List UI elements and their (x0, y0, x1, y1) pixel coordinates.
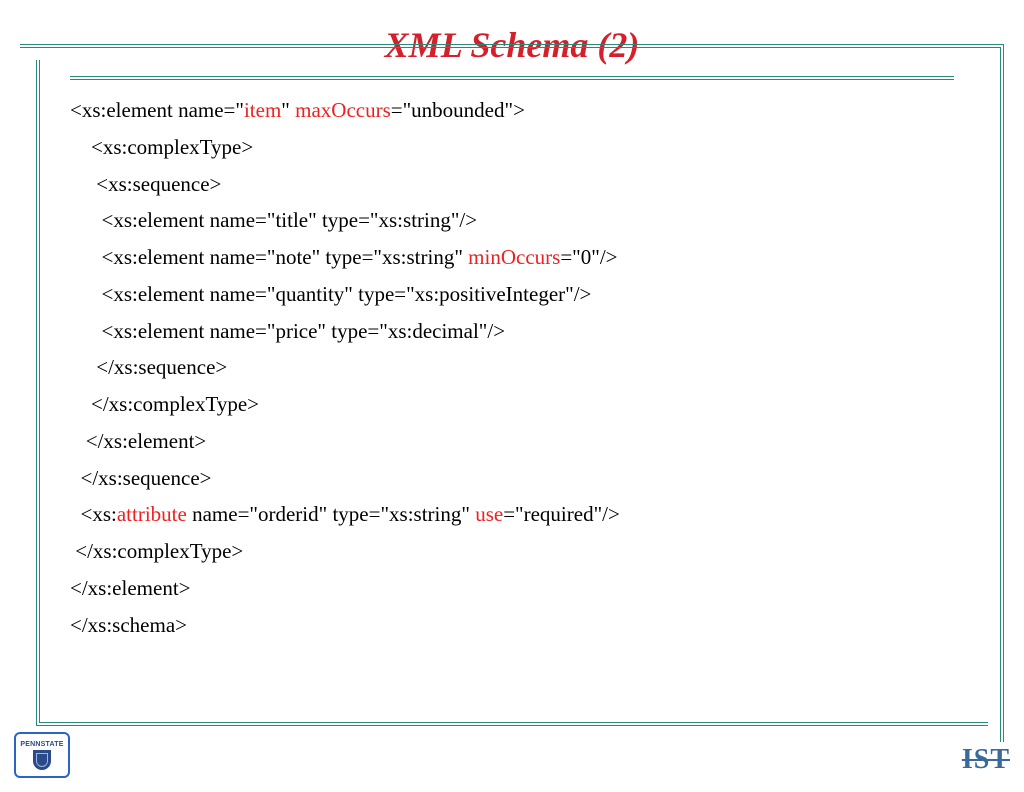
pennstate-logo-text: PENNSTATE (20, 741, 63, 748)
pennstate-logo: PENNSTATE (14, 732, 70, 778)
inner-frame (36, 60, 988, 726)
shield-icon (33, 750, 51, 770)
ist-logo: IST (962, 744, 1010, 776)
